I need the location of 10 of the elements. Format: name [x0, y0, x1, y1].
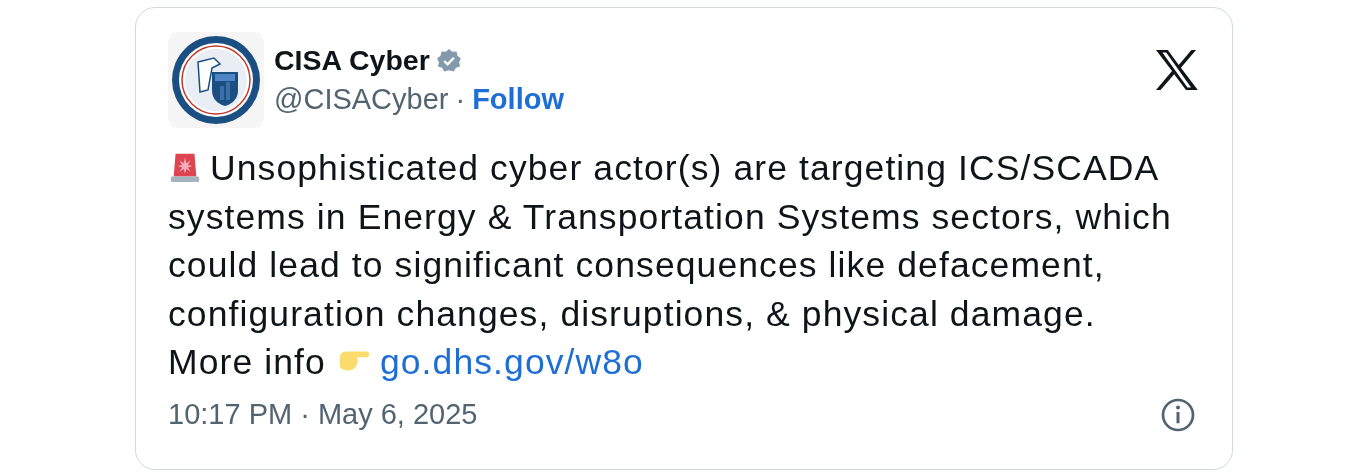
info-icon[interactable]	[1160, 396, 1196, 433]
post-text: Unsophisticated cyber actor(s) are targeting ICS/SCADA systems in Energy & Transportation Systems sectors, which could lead to significant consequences like defacement, configuration changes, disruptions, & physical damage. More info go.dhs.gov/w8o	[168, 147, 1173, 384]
account-name[interactable]: CISA Cyber	[274, 44, 430, 77]
seal-avatar[interactable]	[168, 32, 264, 128]
separator: ·	[455, 83, 466, 116]
account-handle[interactable]: @CISACyber	[274, 83, 449, 116]
x-logo-icon[interactable]	[1154, 50, 1198, 90]
follow-link[interactable]: Follow	[472, 83, 564, 116]
post-link[interactable]: go.dhs.gov/w8o	[379, 342, 644, 382]
post-timestamp[interactable]: 10:17 PM · May 6, 2025	[168, 398, 478, 431]
